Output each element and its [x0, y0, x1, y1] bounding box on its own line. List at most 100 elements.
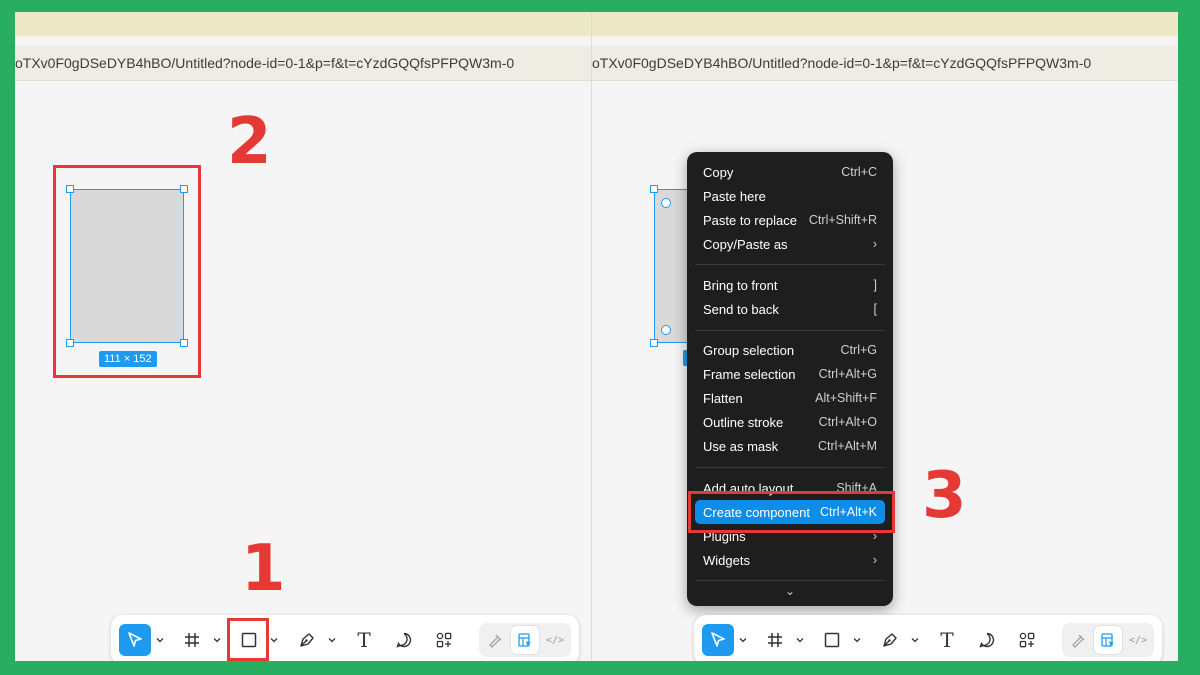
- pen-tool-button[interactable]: [291, 624, 323, 656]
- bottom-toolbar: T </>: [694, 615, 1162, 661]
- frame-hash-icon: [768, 633, 782, 647]
- highlight-box-create-component: [688, 491, 895, 533]
- chevron-down-icon: [739, 638, 747, 643]
- corner-radius-handle-top[interactable]: [661, 198, 671, 208]
- resize-handle-top-left[interactable]: [650, 185, 658, 193]
- frame-tool-button[interactable]: [759, 624, 791, 656]
- menu-item-widgets[interactable]: Widgets ›: [695, 548, 885, 572]
- design-mode-button[interactable]: [1094, 626, 1122, 654]
- text-tool-button[interactable]: T: [931, 624, 963, 656]
- code-brackets-icon: </>: [545, 634, 565, 646]
- design-mode-icon: [1101, 633, 1114, 647]
- draw-pen-icon: [1072, 634, 1085, 648]
- address-bar[interactable]: oTXv0F0gDSeDYB4hBO/Untitled?node-id=0-1&…: [592, 46, 1178, 81]
- pen-tool-chevron[interactable]: [327, 633, 337, 647]
- cursor-arrow-icon: [711, 632, 725, 647]
- chevron-down-icon: [156, 638, 164, 643]
- comment-tool-button[interactable]: [971, 624, 1003, 656]
- chevron-down-icon: [328, 638, 336, 643]
- actions-tool-button[interactable]: [428, 624, 460, 656]
- draw-mode-button[interactable]: [481, 626, 509, 654]
- resize-handle-top-right[interactable]: [180, 185, 188, 193]
- components-grid-icon: [436, 632, 452, 648]
- menu-separator: [695, 264, 885, 265]
- menu-item-paste-to-replace[interactable]: Paste to replace Ctrl+Shift+R: [695, 208, 885, 232]
- mode-switcher: </>: [1062, 623, 1154, 657]
- pen-nib-icon: [300, 633, 314, 647]
- text-tool-button[interactable]: T: [348, 624, 380, 656]
- context-menu: Copy Ctrl+C Paste here Paste to replace …: [687, 152, 893, 606]
- chevron-right-icon: ›: [872, 553, 877, 567]
- menu-separator: [695, 580, 885, 581]
- chevron-down-icon: [213, 638, 221, 643]
- move-tool-chevron[interactable]: [155, 633, 165, 647]
- frame-tool-chevron[interactable]: [212, 633, 222, 647]
- resize-handle-bottom-left[interactable]: [66, 339, 74, 347]
- move-tool-chevron[interactable]: [738, 633, 748, 647]
- chevron-down-icon: [796, 638, 804, 643]
- menu-separator: [695, 330, 885, 331]
- resize-handle-top-left[interactable]: [66, 185, 74, 193]
- chevron-down-icon: [853, 638, 861, 643]
- menu-separator: [695, 467, 885, 468]
- speech-bubble-icon: [396, 632, 412, 648]
- shape-tool-chevron[interactable]: [269, 633, 279, 647]
- highlight-box-rectangle-tool: [227, 618, 269, 661]
- frame-hash-icon: [185, 633, 199, 647]
- cursor-arrow-icon: [128, 632, 142, 647]
- right-screenshot-panel: oTXv0F0gDSeDYB4hBO/Untitled?node-id=0-1&…: [592, 12, 1178, 661]
- pen-tool-chevron[interactable]: [910, 633, 920, 647]
- address-bar[interactable]: oTXv0F0gDSeDYB4hBO/Untitled?node-id=0-1&…: [15, 46, 592, 81]
- pen-tool-button[interactable]: [874, 624, 906, 656]
- chevron-down-icon: [911, 638, 919, 643]
- comment-tool-button[interactable]: [388, 624, 420, 656]
- menu-scroll-more-icon[interactable]: ⌄: [687, 584, 893, 598]
- menu-item-copy-paste-as[interactable]: Copy/Paste as ›: [695, 232, 885, 256]
- menu-item-copy[interactable]: Copy Ctrl+C: [695, 160, 885, 184]
- canvas-rectangle[interactable]: [70, 189, 184, 343]
- step-number-3: 3: [922, 459, 967, 533]
- speech-bubble-icon: [979, 632, 995, 648]
- menu-item-send-to-back[interactable]: Send to back [: [695, 297, 885, 321]
- design-mode-button[interactable]: [511, 626, 539, 654]
- left-screenshot-panel: oTXv0F0gDSeDYB4hBO/Untitled?node-id=0-1&…: [15, 12, 592, 661]
- dev-mode-button[interactable]: </>: [1124, 626, 1152, 654]
- move-tool-button[interactable]: [119, 624, 151, 656]
- step-number-1: 1: [241, 532, 286, 606]
- frame-tool-button[interactable]: [176, 624, 208, 656]
- draw-mode-button[interactable]: [1064, 626, 1092, 654]
- browser-tab-strip: [15, 12, 592, 40]
- menu-item-frame-selection[interactable]: Frame selection Ctrl+Alt+G: [695, 362, 885, 386]
- chevron-right-icon: ›: [872, 237, 877, 251]
- pen-nib-icon: [883, 633, 897, 647]
- corner-radius-handle-bottom[interactable]: [661, 325, 671, 335]
- draw-pen-icon: [489, 634, 502, 648]
- menu-item-outline-stroke[interactable]: Outline stroke Ctrl+Alt+O: [695, 410, 885, 434]
- frame-tool-chevron[interactable]: [795, 633, 805, 647]
- menu-item-group-selection[interactable]: Group selection Ctrl+G: [695, 338, 885, 362]
- resize-handle-bottom-right[interactable]: [180, 339, 188, 347]
- menu-item-bring-to-front[interactable]: Bring to front ]: [695, 273, 885, 297]
- dimension-badge: 111 × 152: [99, 351, 157, 367]
- step-number-2: 2: [227, 105, 272, 179]
- actions-tool-button[interactable]: [1011, 624, 1043, 656]
- components-grid-icon: [1019, 632, 1035, 648]
- url-text: oTXv0F0gDSeDYB4hBO/Untitled?node-id=0-1&…: [592, 55, 1092, 71]
- bottom-toolbar: T </>: [111, 615, 579, 661]
- chevron-down-icon: [270, 638, 278, 643]
- text-t-icon: T: [357, 628, 371, 652]
- rectangle-tool-button[interactable]: [816, 624, 848, 656]
- menu-item-flatten[interactable]: Flatten Alt+Shift+F: [695, 386, 885, 410]
- mode-switcher: </>: [479, 623, 571, 657]
- text-t-icon: T: [940, 628, 954, 652]
- resize-handle-bottom-left[interactable]: [650, 339, 658, 347]
- menu-item-paste-here[interactable]: Paste here: [695, 184, 885, 208]
- browser-tab-strip: [592, 12, 1178, 40]
- design-mode-icon: [518, 633, 531, 647]
- square-icon: [824, 632, 840, 648]
- code-brackets-icon: </>: [1128, 634, 1148, 646]
- dev-mode-button[interactable]: </>: [541, 626, 569, 654]
- menu-item-use-as-mask[interactable]: Use as mask Ctrl+Alt+M: [695, 434, 885, 458]
- move-tool-button[interactable]: [702, 624, 734, 656]
- shape-tool-chevron[interactable]: [852, 633, 862, 647]
